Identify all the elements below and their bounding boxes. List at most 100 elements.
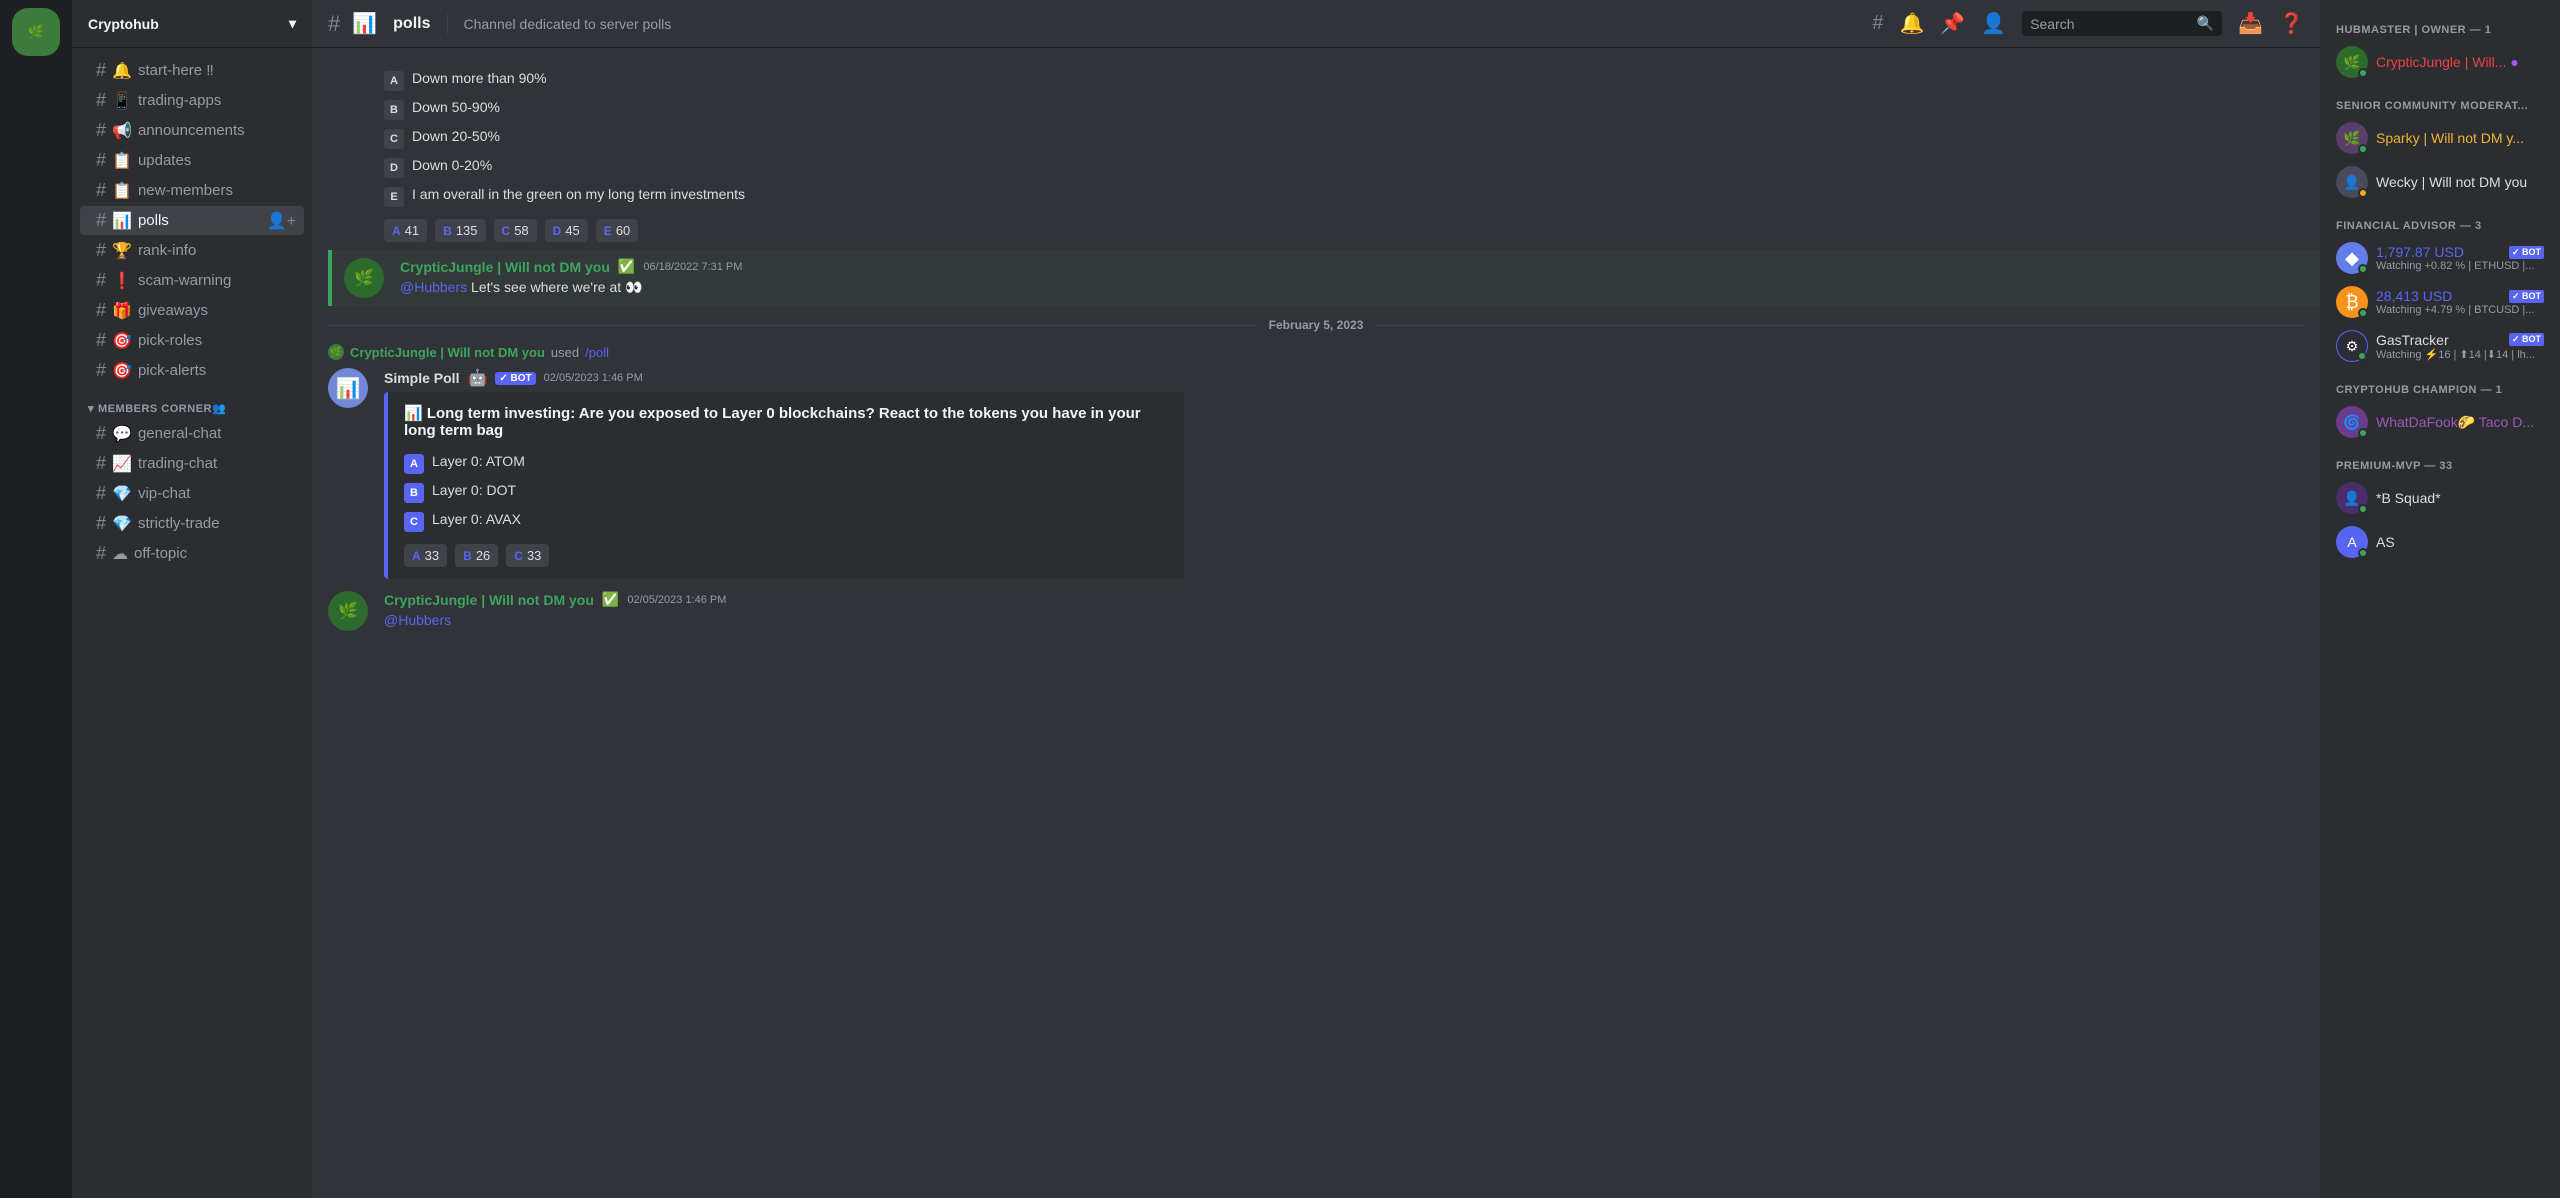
timestamp-cj2: 02/05/2023 1:46 PM	[627, 594, 726, 606]
inbox-icon[interactable]: 📥	[2238, 11, 2263, 36]
member-name-whatdafook: WhatDaFook🌮 Taco D...	[2376, 414, 2544, 431]
channel-hash-icon: #	[328, 11, 340, 37]
avatar-emoji: 🌿	[338, 601, 358, 621]
channel-item-giveaways[interactable]: # 🎁 giveaways	[80, 296, 304, 325]
section-title-owner: HUBMASTER | OWNER — 1	[2328, 16, 2552, 40]
channel-item-vip-chat[interactable]: # 💎 vip-chat	[80, 479, 304, 508]
section-title-champion: CRYPTOHUB CHAMPION — 1	[2328, 376, 2552, 400]
member-item-crypticjungle[interactable]: 🌿 CrypticJungle | Will... ●	[2328, 40, 2552, 84]
member-item-gas-bot[interactable]: ⚙ GasTracker ✓ BOT Watching ⚡16 | ⬆14 |⬇…	[2328, 324, 2552, 368]
channel-item-trading-chat[interactable]: # 📈 trading-chat	[80, 449, 304, 478]
bot-username[interactable]: Simple Poll	[384, 370, 459, 386]
top-bar-actions: # 🔔 📌 👤 🔍 📥 ❓	[1872, 11, 2304, 36]
timestamp-bot: 02/05/2023 1:46 PM	[544, 372, 643, 384]
vote-letter: C	[514, 549, 523, 563]
help-icon[interactable]: ❓	[2279, 11, 2304, 36]
member-name-wecky: Wecky | Will not DM you	[2376, 174, 2544, 190]
vote-badge-a[interactable]: A 41	[384, 219, 427, 242]
poll-option: C Layer 0: AVAX	[404, 509, 1168, 534]
hash-icon: #	[96, 150, 106, 171]
channel-item-strictly-trade[interactable]: # 💎 strictly-trade	[80, 509, 304, 538]
channel-item-trading-apps[interactable]: # 📱 trading-apps	[80, 86, 304, 115]
poll-option: E I am overall in the green on my long t…	[384, 184, 1184, 209]
hash-icon: #	[96, 300, 106, 321]
vote-badge-e[interactable]: E 60	[596, 219, 638, 242]
option-letter-d: D	[384, 158, 404, 178]
pin-icon[interactable]: 📌	[1940, 11, 1965, 36]
vote-badge-b2[interactable]: B 26	[455, 544, 498, 567]
vote-badge-d[interactable]: D 45	[545, 219, 588, 242]
channel-item-new-members[interactable]: # 📋 new-members	[80, 176, 304, 205]
vote-badge-c[interactable]: C 58	[494, 219, 537, 242]
vote-count: 58	[514, 223, 528, 238]
notifications-icon[interactable]: 🔔	[1899, 11, 1924, 36]
hash-icon: #	[96, 270, 106, 291]
message-content-cj2: CrypticJungle | Will not DM you ✅ 02/05/…	[384, 591, 2304, 631]
add-member-icon[interactable]: 👤+	[267, 211, 296, 231]
status-dot	[2357, 351, 2367, 361]
channel-item-scam-warning[interactable]: # ❗ scam-warning	[80, 266, 304, 295]
vote-letter: B	[443, 224, 452, 238]
channel-item-polls[interactable]: # 📊 polls 👤+	[80, 206, 304, 235]
status-dot	[2358, 308, 2368, 318]
channel-item-start-here[interactable]: # 🔔 start-here ‼	[80, 56, 304, 85]
mention[interactable]: @Hubbers	[400, 279, 467, 295]
hash-icon: #	[96, 60, 106, 81]
option-text: Layer 0: DOT	[432, 482, 516, 498]
member-avatar-btc: ₿	[2336, 286, 2368, 318]
vote-letter: E	[604, 224, 612, 238]
bot-badge: ✓ BOT	[495, 372, 535, 385]
member-sub-gas: Watching ⚡16 | ⬆14 |⬇14 | lh...	[2376, 348, 2544, 361]
verified-icon: ✅	[618, 258, 635, 275]
channel-item-general-chat[interactable]: # 💬 general-chat	[80, 419, 304, 448]
server-header[interactable]: Cryptohub ▾	[72, 0, 312, 48]
poll-option: D Down 0-20%	[384, 155, 1184, 180]
member-item-btc-bot[interactable]: ₿ 28,413 USD ✓ BOT Watching +4.79 % | BT…	[2328, 280, 2552, 324]
server-icon-cryptohub[interactable]: 🌿	[12, 8, 60, 56]
channel-sidebar: Cryptohub ▾ # 🔔 start-here ‼ # 📱 trading…	[72, 0, 312, 1198]
member-item-whatdafook[interactable]: 🌀 WhatDaFook🌮 Taco D...	[2328, 400, 2552, 444]
search-box[interactable]: 🔍	[2022, 11, 2222, 36]
member-avatar-whatdafook: 🌀	[2336, 406, 2368, 438]
hash-icon: #	[96, 180, 106, 201]
username[interactable]: CrypticJungle | Will not DM you	[400, 259, 610, 275]
vote-letter: C	[502, 224, 511, 238]
channel-item-updates[interactable]: # 📋 updates	[80, 146, 304, 175]
divider	[447, 14, 448, 34]
member-item-eth-bot[interactable]: ◆ 1,797.87 USD ✓ BOT Watching +0.82 % | …	[2328, 236, 2552, 280]
channel-item-rank-info[interactable]: # 🏆 rank-info	[80, 236, 304, 265]
thread-icon[interactable]: #	[1872, 12, 1883, 35]
channel-item-pick-alerts[interactable]: # 🎯 pick-alerts	[80, 356, 304, 385]
section-members-corner[interactable]: ▾ MEMBERS CORNER👥	[72, 386, 312, 419]
vote-badge-c2[interactable]: C 33	[506, 544, 549, 567]
message-content-bot: Simple Poll 🤖 ✓ BOT 02/05/2023 1:46 PM 📊…	[384, 368, 2304, 579]
member-item-bsquad[interactable]: 👤 *B Squad*	[2328, 476, 2552, 520]
date-label: February 5, 2023	[1269, 318, 1364, 332]
mention-hubbers[interactable]: @Hubbers	[384, 612, 451, 628]
username-cj2[interactable]: CrypticJungle | Will not DM you	[384, 592, 594, 608]
channel-item-pick-roles[interactable]: # 🎯 pick-roles	[80, 326, 304, 355]
search-input[interactable]	[2030, 16, 2189, 32]
timestamp: 06/18/2022 7:31 PM	[643, 261, 742, 273]
option-letter-a2: A	[404, 454, 424, 474]
hash-icon: #	[96, 483, 106, 504]
option-letter-c: C	[384, 129, 404, 149]
vote-letter: A	[392, 224, 401, 238]
hash-icon: #	[96, 453, 106, 474]
member-item-wecky[interactable]: 👤 Wecky | Will not DM you	[2328, 160, 2552, 204]
vote-letter: B	[463, 549, 472, 563]
channel-item-announcements[interactable]: # 📢 announcements	[80, 116, 304, 145]
vote-badge-a2[interactable]: A 33	[404, 544, 447, 567]
channel-item-off-topic[interactable]: # ☁ off-topic	[80, 539, 304, 568]
member-name-eth: 1,797.87 USD	[2376, 244, 2505, 260]
member-name-sparky: Sparky | Will not DM y...	[2376, 130, 2544, 146]
chevron-down-icon: ▾	[289, 15, 296, 32]
member-item-as[interactable]: A AS	[2328, 520, 2552, 564]
poll-option: A Down more than 90%	[384, 68, 1184, 93]
members-icon[interactable]: 👤	[1981, 11, 2006, 36]
vote-badge-b[interactable]: B 135	[435, 219, 485, 242]
poll-option: C Down 20-50%	[384, 126, 1184, 151]
poll-avatar-icon: 📊	[336, 376, 361, 401]
member-item-sparky[interactable]: 🌿 Sparky | Will not DM y...	[2328, 116, 2552, 160]
poll-options-1: A Down more than 90% B Down 50-90% C Dow…	[384, 68, 1184, 209]
